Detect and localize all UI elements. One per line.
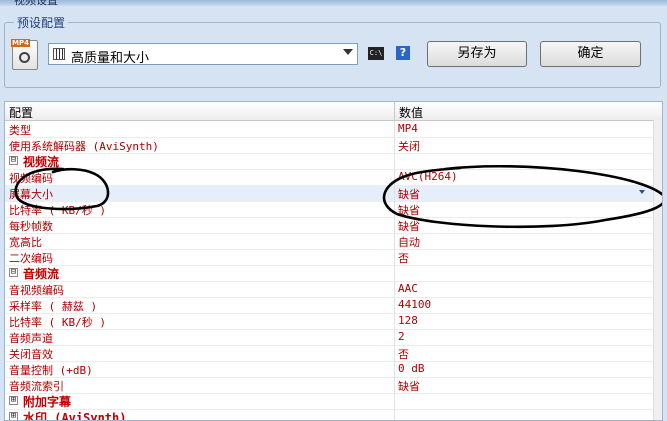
property-value[interactable]: 否 [398,346,409,362]
property-value[interactable]: AAC [398,282,418,295]
grid-category-row[interactable]: ⊟ 音频流 [5,265,656,282]
property-name: 二次编码 [9,252,53,265]
grid-category-row[interactable]: ⊟ 视频流 [5,153,656,170]
grid-property-row[interactable]: 音频流索引 缺省 [5,377,656,394]
property-grid: 配置 数值 类型 MP4 使用系统解码器 (AviSynth) 关闭 ⊟ 视频流视频编码 A… [4,101,663,421]
property-value[interactable]: 44100 [398,298,431,311]
grid-property-row[interactable]: 比特率 ( KB/秒 ) 128 [5,313,656,330]
property-value[interactable]: 0 dB [398,362,425,375]
format-badge: MP4 [11,39,30,47]
property-value[interactable]: AVC(H264) [398,170,458,183]
window-titlebar: 视频设置 [0,0,667,7]
property-name: 每秒帧数 [9,220,53,233]
grid-property-row[interactable]: 屏幕大小 缺省 [5,185,656,202]
property-name: 类型 [9,124,31,137]
property-value[interactable]: 2 [398,330,405,343]
property-name: 比特率 ( KB/秒 ) [9,204,106,217]
property-name: 采样率 ( 赫兹 ) [9,300,98,313]
cell-divider [394,393,395,409]
collapse-icon[interactable]: ⊟ [9,156,18,165]
cell-divider [394,345,395,361]
preset-select-value: 高质量和大小 [71,51,150,66]
property-name: 关闭音效 [9,348,53,361]
property-value[interactable]: 缺省 [398,218,420,234]
column-header-value[interactable]: 数值 [399,104,423,121]
grid-property-row[interactable]: 比特率 ( KB/秒 ) 缺省 [5,201,656,218]
cell-divider [394,201,395,217]
cell-divider [394,329,395,345]
dropdown-arrow-icon[interactable] [639,190,645,194]
chevron-down-icon[interactable] [343,49,353,55]
property-name: 视频编码 [9,172,53,185]
property-value[interactable]: MP4 [398,122,418,135]
property-value[interactable]: 缺省 [398,378,420,394]
grid-property-row[interactable]: 每秒帧数 缺省 [5,217,656,234]
cell-divider [394,137,395,153]
vertical-scrollbar[interactable] [653,120,662,420]
cell-divider [394,281,395,297]
film-icon [53,48,65,60]
property-name: 音频流索引 [9,380,64,393]
film-reel-icon [19,52,30,63]
property-name: 音视频编码 [9,284,64,297]
grid-property-row[interactable]: 音视频编码 AAC [5,281,656,298]
property-name: 使用系统解码器 (AviSynth) [9,140,159,153]
property-name: 比特率 ( KB/秒 ) [9,316,106,329]
property-value[interactable]: 关闭 [398,138,420,154]
column-header-name[interactable]: 配置 [9,104,33,121]
grid-property-row[interactable]: 二次编码 否 [5,249,656,266]
grid-property-row[interactable]: 视频编码 AVC(H264) [5,169,656,186]
grid-property-row[interactable]: 宽高比 自动 [5,233,656,250]
cell-divider [394,153,395,169]
property-name: 宽高比 [9,236,42,249]
column-divider[interactable] [394,102,395,120]
property-name: 音频流 [23,267,60,281]
property-name: 水印 (AviSynth) [23,411,127,421]
cell-divider [394,233,395,249]
grid-property-row[interactable]: 使用系统解码器 (AviSynth) 关闭 [5,137,656,154]
cell-divider [394,185,395,201]
cell-divider [394,377,395,393]
cell-divider [394,297,395,313]
preset-select[interactable]: 高质量和大小 [48,43,358,66]
property-name: 音量控制 (+dB) [9,364,93,377]
help-icon[interactable]: ? [396,46,410,60]
property-value[interactable]: 缺省 [398,186,420,202]
grid-property-row[interactable]: 类型 MP4 [5,121,656,138]
property-name: 音频声道 [9,332,53,345]
grid-property-row[interactable]: 采样率 ( 赫兹 ) 44100 [5,297,656,314]
property-value[interactable]: 128 [398,314,418,327]
property-value[interactable]: 缺省 [398,202,420,218]
cell-divider [394,409,395,420]
expand-icon[interactable]: ⊞ [9,396,18,405]
property-name: 视频流 [23,155,60,169]
property-name: 附加字幕 [23,395,72,409]
cell-divider [394,121,395,137]
grid-property-row[interactable]: 音量控制 (+dB) 0 dB [5,361,656,378]
cell-divider [394,169,395,185]
property-value[interactable]: 否 [398,250,409,266]
property-value[interactable]: 自动 [398,234,420,250]
cell-divider [394,361,395,377]
cell-divider [394,217,395,233]
save-as-button[interactable]: 另存为 [427,41,527,67]
preset-group-title: 预设配置 [14,14,69,31]
grid-property-row[interactable]: 关闭音效 否 [5,345,656,362]
grid-property-row[interactable]: 音频声道 2 [5,329,656,346]
cell-divider [394,265,395,281]
cell-divider [394,249,395,265]
collapse-icon[interactable]: ⊟ [9,268,18,277]
grid-category-row[interactable]: ⊞ 水印 (AviSynth) [5,409,656,421]
property-name: 屏幕大小 [9,188,53,201]
command-line-icon[interactable]: C:\ [368,47,384,60]
mp4-format-icon: MP4 [11,39,38,70]
window-title: 视频设置 [14,0,58,7]
grid-header: 配置 数值 [5,102,662,121]
ok-button[interactable]: 确定 [540,41,641,67]
cell-divider [394,313,395,329]
grid-category-row[interactable]: ⊞ 附加字幕 [5,393,656,410]
expand-icon[interactable]: ⊞ [9,412,18,420]
